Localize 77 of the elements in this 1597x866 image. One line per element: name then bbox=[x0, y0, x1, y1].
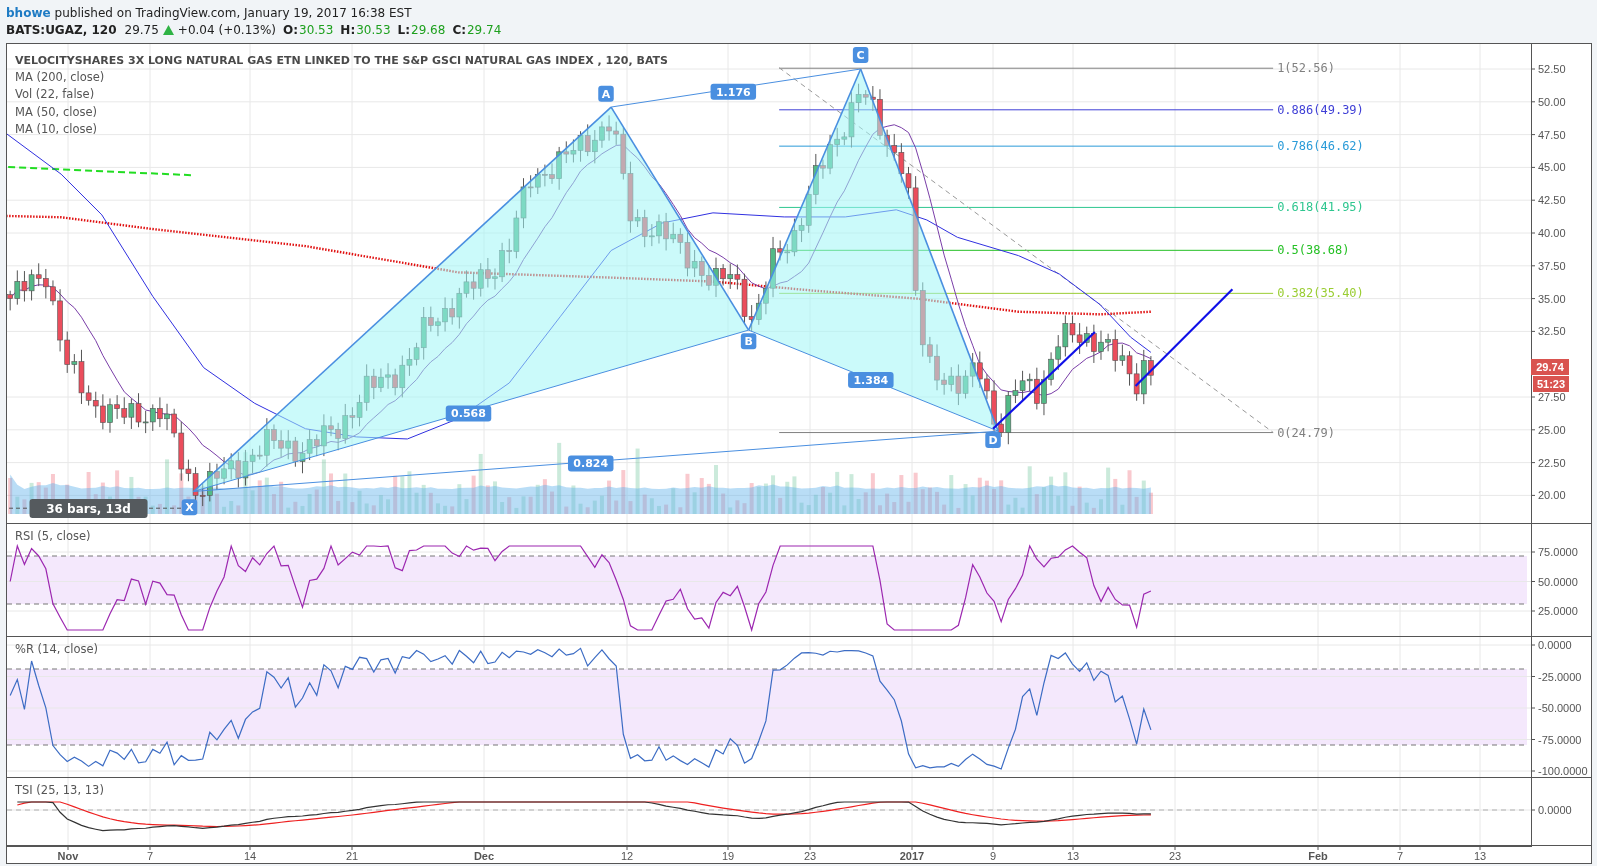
symbol-label: BATS:UGAZ, 120 bbox=[6, 23, 117, 37]
axis-label: -100.0000 bbox=[1538, 765, 1588, 777]
fib-level-label: 0.618(41.95) bbox=[1277, 200, 1364, 215]
axis-label: 75.0000 bbox=[1538, 546, 1578, 558]
up-triangle-icon bbox=[162, 25, 174, 35]
time-label: Dec bbox=[473, 850, 495, 862]
axis-label: 50.0000 bbox=[1538, 575, 1578, 588]
ohlc-label: L: bbox=[397, 23, 410, 37]
study-label: MA (200, close) bbox=[15, 70, 105, 84]
axis-label: 25.0000 bbox=[1538, 605, 1578, 617]
time-label: 21 bbox=[345, 850, 359, 862]
ratio-label: 1.176 bbox=[710, 83, 757, 100]
time-label: 9 bbox=[989, 850, 997, 862]
ratio-label: 1.384 bbox=[848, 371, 894, 388]
axis-label: 47.50 bbox=[1538, 128, 1566, 141]
axis-label: 0.0000 bbox=[1538, 804, 1572, 816]
fib-level-label: 0(24.79) bbox=[1277, 425, 1335, 440]
time-label: Nov bbox=[57, 850, 79, 862]
indicator-title: TSI (25, 13, 13) bbox=[15, 783, 104, 797]
study-label: Vol (22, false) bbox=[15, 87, 95, 102]
ratio-label: 0.568 bbox=[445, 405, 492, 422]
axis-label: 0.0000 bbox=[1538, 639, 1572, 651]
chart-title: VELOCITYSHARES 3X LONG NATURAL GAS ETN LINKED TO THE S&P GSCI NATURAL GAS INDEX , 120, BATS bbox=[15, 54, 668, 67]
axis-label: 32.50 bbox=[1538, 325, 1566, 338]
price-tag: 29.74 bbox=[1531, 359, 1569, 375]
time-label: 23 bbox=[1168, 850, 1182, 862]
range-tooltip: 36 bars, 13d bbox=[29, 499, 148, 519]
time-label: 14 bbox=[243, 850, 257, 862]
time-label: 2017 bbox=[899, 850, 925, 862]
fib-level-label: 0.786(46.62) bbox=[1277, 139, 1364, 154]
ohlc-value: 30.53 bbox=[356, 23, 391, 37]
last-price: 29.75 bbox=[124, 23, 159, 37]
axis-label: 35.00 bbox=[1538, 292, 1566, 305]
axis-label: 20.00 bbox=[1538, 489, 1566, 502]
axis-label: -75.0000 bbox=[1538, 733, 1582, 746]
ohlc-value: 29.68 bbox=[411, 23, 446, 37]
axis-label: 50.00 bbox=[1538, 95, 1566, 108]
countdown-tag: 51:23 bbox=[1533, 376, 1569, 392]
study-label: MA (50, close) bbox=[15, 104, 97, 119]
time-label: 12 bbox=[620, 850, 634, 862]
time-label: 7 bbox=[1396, 850, 1404, 862]
axis-label: -50.0000 bbox=[1538, 702, 1582, 714]
axis-label: 52.50 bbox=[1538, 63, 1566, 75]
pattern-point-label: C bbox=[852, 47, 869, 63]
fib-level-label: 0.5(38.68) bbox=[1277, 243, 1350, 258]
time-label: 7 bbox=[146, 850, 154, 862]
price-change: +0.04 (+0.13%) bbox=[177, 23, 276, 37]
indicator-title: %R (14, close) bbox=[15, 642, 99, 656]
ohlc-label: C: bbox=[452, 23, 466, 37]
study-label: MA (10, close) bbox=[15, 121, 97, 136]
axis-label: 45.00 bbox=[1538, 161, 1566, 174]
time-label: 13 bbox=[1473, 850, 1487, 862]
pattern-point-label: A bbox=[598, 85, 614, 102]
author-link[interactable]: bhowe bbox=[6, 6, 51, 20]
time-label: 23 bbox=[803, 850, 817, 862]
axis-label: 25.00 bbox=[1538, 423, 1566, 436]
axis-label: 22.50 bbox=[1538, 456, 1566, 469]
time-label: Feb bbox=[1308, 850, 1328, 862]
axis-label: -25.0000 bbox=[1538, 670, 1582, 683]
ratio-label: 0.824 bbox=[568, 455, 614, 472]
ohlc-label: O: bbox=[283, 23, 298, 37]
ohlc-label: H: bbox=[340, 23, 356, 37]
publish-info: published on TradingView.com, January 19, 2017 16:38 EST bbox=[54, 6, 412, 20]
fib-level-label: 0.886(49.39) bbox=[1277, 102, 1364, 117]
indicator-title: RSI (5, close) bbox=[15, 529, 91, 543]
ohlc-value: 29.74 bbox=[467, 23, 502, 37]
ohlc-value: 30.53 bbox=[299, 23, 334, 37]
axis-label: 40.00 bbox=[1538, 227, 1566, 239]
time-label: 13 bbox=[1066, 850, 1080, 862]
axis-label: 27.50 bbox=[1538, 391, 1566, 403]
pattern-point-label: X bbox=[181, 499, 198, 516]
fib-level-label: 0.382(35.40) bbox=[1277, 286, 1364, 301]
axis-label: 37.50 bbox=[1538, 259, 1566, 272]
fib-level-label: 1(52.56) bbox=[1277, 61, 1335, 76]
pattern-point-label: B bbox=[740, 333, 757, 350]
axis-label: 42.50 bbox=[1538, 194, 1566, 207]
time-label: 19 bbox=[721, 850, 735, 862]
